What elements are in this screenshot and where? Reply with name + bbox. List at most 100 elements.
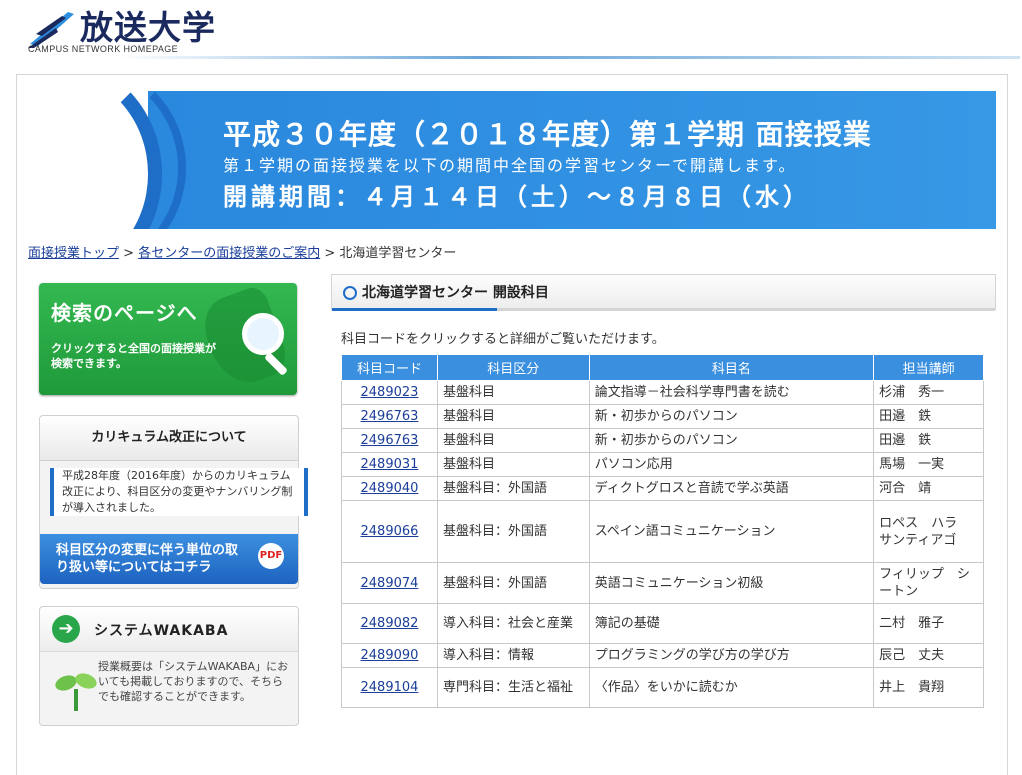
course-code-link[interactable]: 2489104 xyxy=(361,680,419,695)
breadcrumb-current: 北海道学習センター xyxy=(339,246,457,261)
table-row: 2489104 専門科目：生活と福祉 〈作品〉をいかに読むか 井上 貴翔 xyxy=(341,667,984,708)
wakaba-header: ➔ システムWAKABA xyxy=(40,607,298,652)
breadcrumb-link-centers[interactable]: 各センターの面接授業のご案内 xyxy=(138,246,320,261)
course-code-link[interactable]: 2489066 xyxy=(361,524,419,539)
breadcrumb-separator: > xyxy=(119,246,139,261)
wakaba-box[interactable]: ➔ システムWAKABA 授業概要は「システムWAKABA」においても掲載してお… xyxy=(39,606,299,726)
course-teacher-cell: 杉浦 秀一 xyxy=(873,380,984,405)
course-category-cell: 基盤科目 xyxy=(436,404,590,429)
sprout-icon xyxy=(55,673,97,711)
course-teacher-cell: 田邉 鉄 xyxy=(873,428,984,453)
column-header-code: 科目コード xyxy=(341,354,438,381)
table-row: 2489082 導入科目：社会と産業 簿記の基礎 二村 雅子 xyxy=(341,603,984,644)
breadcrumb-separator: > xyxy=(320,246,340,261)
course-code-cell: 2489082 xyxy=(341,603,438,644)
curriculum-credit-button[interactable]: 科目区分の変更に伴う単位の取り扱い等についてはコチラ PDF xyxy=(40,534,298,584)
course-name-cell: ディクトグロスと音読で学ぶ英語 xyxy=(588,476,875,501)
course-code-link[interactable]: 2489040 xyxy=(361,481,419,496)
course-name-cell: スペイン語コミュニケーション xyxy=(588,500,875,563)
course-code-cell: 2489023 xyxy=(341,380,438,405)
banner-period: 開講期間：４月１４日（土）～８月８日（水） xyxy=(223,183,811,211)
table-row: 2496763 基盤科目 新・初歩からのパソコン 田邉 鉄 xyxy=(341,428,984,453)
course-code-link[interactable]: 2489023 xyxy=(361,385,419,400)
course-code-link[interactable]: 2496763 xyxy=(361,433,419,448)
column-header-teacher: 担当講師 xyxy=(873,354,984,381)
course-category-cell: 基盤科目：外国語 xyxy=(436,500,590,563)
wakaba-title: システムWAKABA xyxy=(94,623,229,639)
logo-mark-icon xyxy=(28,12,74,48)
course-name-cell: プログラミングの学び方の学び方 xyxy=(588,643,875,668)
course-code-cell: 2489090 xyxy=(341,643,438,668)
course-name-cell: 論文指導－社会科学専門書を読む xyxy=(588,380,875,405)
course-name-cell: 新・初歩からのパソコン xyxy=(588,428,875,453)
course-table: 科目コード 科目区分 科目名 担当講師 2489023 基盤科目 論文指導－社会科学… xyxy=(341,354,984,708)
table-header-row: 科目コード 科目区分 科目名 担当講師 xyxy=(341,354,984,381)
course-code-cell: 2496763 xyxy=(341,404,438,429)
curriculum-button-label: 科目区分の変更に伴う単位の取り扱い等についてはコチラ xyxy=(56,543,239,575)
wakaba-text: 授業概要は「システムWAKABA」においても掲載しておりますので、そちらでも確認… xyxy=(98,660,289,703)
course-teacher-cell: 田邉 鉄 xyxy=(873,404,984,429)
curriculum-box: カリキュラム改正について 平成28年度（2016年度）からのカリキュラム改正によ… xyxy=(39,415,308,589)
curriculum-text: 平成28年度（2016年度）からのカリキュラム改正により、科目区分の変更やナンバ… xyxy=(50,468,308,516)
site-logo[interactable]: 放送大学 CAMPUS NETWORK HOMEPAGE xyxy=(28,8,248,56)
table-row: 2489090 導入科目：情報 プログラミングの学び方の学び方 辰己 丈夫 xyxy=(341,643,984,668)
column-header-category: 科目区分 xyxy=(436,354,590,381)
banner-title: 平成３０年度（２０１８年度）第１学期 面接授業 xyxy=(223,118,872,151)
course-code-cell: 2489104 xyxy=(341,667,438,708)
site-header: 放送大学 CAMPUS NETWORK HOMEPAGE xyxy=(0,0,1022,60)
course-teacher-cell: ロペス ハラ サンティアゴ xyxy=(873,500,984,563)
table-note: 科目コードをクリックすると詳細がご覧いただけます。 xyxy=(341,332,665,347)
course-name-cell: 〈作品〉をいかに読むか xyxy=(588,667,875,708)
magnifier-icon xyxy=(242,313,284,355)
banner-arc-decoration-inner xyxy=(28,91,186,229)
column-header-name: 科目名 xyxy=(588,354,875,381)
course-category-cell: 基盤科目：外国語 xyxy=(436,562,590,604)
course-code-link[interactable]: 2489090 xyxy=(361,648,419,663)
banner-subtitle: 第１学期の面接授業を以下の期間中全国の学習センターで開講します。 xyxy=(223,156,797,175)
course-name-cell: 簿記の基礎 xyxy=(588,603,875,644)
search-banner-sub: クリックすると全国の面接授業が検索できます。 xyxy=(51,342,216,370)
search-page-banner[interactable]: 検索のページへ クリックすると全国の面接授業が検索できます。 xyxy=(39,283,297,395)
course-code-link[interactable]: 2496763 xyxy=(361,409,419,424)
course-teacher-cell: 河合 靖 xyxy=(873,476,984,501)
course-teacher-cell: 馬場 一実 xyxy=(873,452,984,477)
course-teacher-cell: 辰己 丈夫 xyxy=(873,643,984,668)
table-row: 2496763 基盤科目 新・初歩からのパソコン 田邉 鉄 xyxy=(341,404,984,429)
course-category-cell: 基盤科目 xyxy=(436,452,590,477)
course-code-link[interactable]: 2489074 xyxy=(361,576,419,591)
heading-underline-accent xyxy=(332,308,497,311)
course-name-cell: 新・初歩からのパソコン xyxy=(588,404,875,429)
circle-bullet-icon xyxy=(343,286,357,300)
course-code-cell: 2489074 xyxy=(341,562,438,604)
course-category-cell: 導入科目：社会と産業 xyxy=(436,603,590,644)
course-table-body: 2489023 基盤科目 論文指導－社会科学専門書を読む 杉浦 秀一 2496763 基盤… xyxy=(341,380,984,708)
course-code-link[interactable]: 2489031 xyxy=(361,457,419,472)
course-teacher-cell: 二村 雅子 xyxy=(873,603,984,644)
breadcrumb: 面接授業トップ > 各センターの面接授業のご案内 > 北海道学習センター xyxy=(28,242,456,261)
arrow-right-icon: ➔ xyxy=(52,615,80,643)
course-name-cell: 英語コミュニケーション初級 xyxy=(588,562,875,604)
table-row: 2489023 基盤科目 論文指導－社会科学専門書を読む 杉浦 秀一 xyxy=(341,380,984,405)
course-code-cell: 2489031 xyxy=(341,452,438,477)
course-category-cell: 基盤科目：外国語 xyxy=(436,476,590,501)
search-banner-title: 検索のページへ xyxy=(51,301,198,325)
logo-subtitle: CAMPUS NETWORK HOMEPAGE xyxy=(28,44,179,54)
table-row: 2489074 基盤科目：外国語 英語コミュニケーション初級 フィリップ シートン xyxy=(341,562,984,604)
header-divider xyxy=(120,56,1020,59)
course-code-cell: 2489066 xyxy=(341,500,438,563)
course-category-cell: 基盤科目 xyxy=(436,380,590,405)
table-row: 2489031 基盤科目 パソコン応用 馬場 一実 xyxy=(341,452,984,477)
section-title: 北海道学習センター 開設科目 xyxy=(362,285,549,301)
table-row: 2489066 基盤科目：外国語 スペイン語コミュニケーション ロペス ハラ サンティ… xyxy=(341,500,984,563)
course-teacher-cell: 井上 貴翔 xyxy=(873,667,984,708)
course-name-cell: パソコン応用 xyxy=(588,452,875,477)
breadcrumb-link-top[interactable]: 面接授業トップ xyxy=(28,246,119,261)
section-heading: 北海道学習センター 開設科目 xyxy=(331,274,996,311)
course-code-link[interactable]: 2489082 xyxy=(361,616,419,631)
course-category-cell: 基盤科目 xyxy=(436,428,590,453)
course-code-cell: 2489040 xyxy=(341,476,438,501)
course-category-cell: 導入科目：情報 xyxy=(436,643,590,668)
course-teacher-cell: フィリップ シートン xyxy=(873,562,984,604)
table-row: 2489040 基盤科目：外国語 ディクトグロスと音読で学ぶ英語 河合 靖 xyxy=(341,476,984,501)
curriculum-title: カリキュラム改正について xyxy=(40,416,298,461)
